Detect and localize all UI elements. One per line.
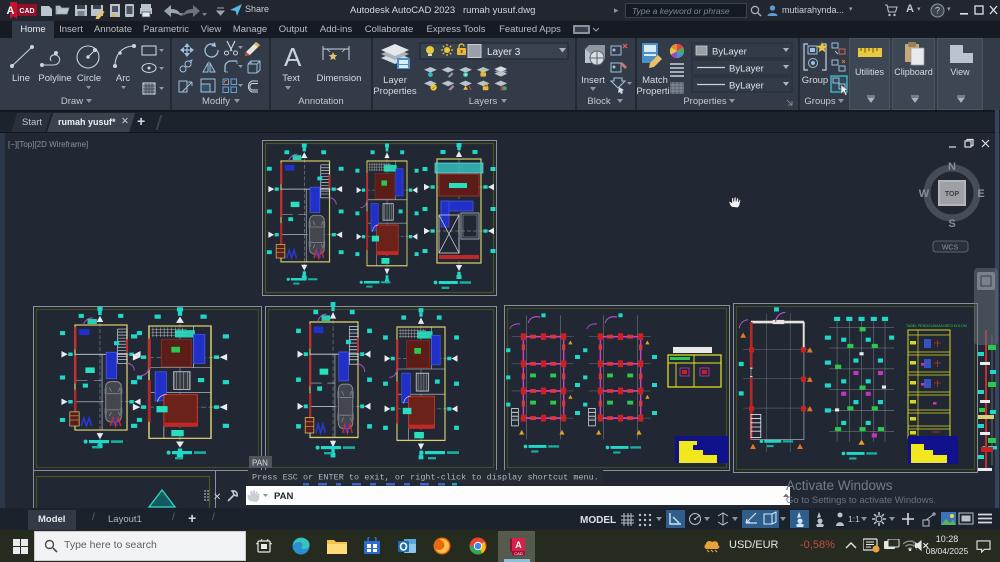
svg-text:Circle: Circle: [77, 73, 101, 84]
svg-text:ByLayer: ByLayer: [712, 47, 747, 58]
svg-text:CAD: CAD: [19, 8, 34, 15]
svg-text:MODEL: MODEL: [580, 515, 616, 526]
svg-text:Modify: Modify: [202, 96, 230, 107]
svg-text:Line: Line: [12, 73, 30, 84]
svg-text:Draw: Draw: [61, 96, 83, 107]
svg-text:Go to Settings to activate Win: Go to Settings to activate Windows.: [786, 495, 936, 506]
svg-text:Arc: Arc: [116, 73, 131, 84]
svg-text:?: ?: [935, 6, 940, 16]
svg-text:Dimension: Dimension: [317, 73, 362, 84]
svg-text:S: S: [948, 218, 955, 230]
svg-text:Insert: Insert: [581, 75, 605, 86]
svg-text:Text: Text: [282, 73, 300, 84]
svg-text:TABEL PENGGUNAAN BESI KOLOM: TABEL PENGGUNAAN BESI KOLOM: [906, 324, 967, 328]
svg-text:CAD: CAD: [514, 551, 523, 556]
svg-text:Groups: Groups: [804, 96, 835, 107]
svg-text:A: A: [284, 42, 302, 72]
svg-text:✕: ✕: [213, 492, 221, 503]
svg-text:ByLayer: ByLayer: [729, 64, 764, 75]
svg-text:Properties: Properties: [683, 96, 727, 107]
svg-text:Layer 3: Layer 3: [487, 47, 521, 58]
svg-text:Group: Group: [802, 75, 828, 86]
svg-text:PAN: PAN: [252, 459, 268, 468]
svg-text:Activate Windows: Activate Windows: [786, 478, 893, 493]
svg-text:Annotation: Annotation: [298, 96, 343, 107]
svg-text:WCS: WCS: [942, 245, 959, 252]
svg-text:ByLayer: ByLayer: [729, 81, 764, 92]
svg-text:E: E: [977, 188, 984, 200]
svg-text:A: A: [7, 5, 15, 17]
svg-text:✓: ✓: [432, 85, 436, 91]
svg-text:N: N: [948, 161, 956, 173]
svg-text:PAN: PAN: [274, 491, 293, 502]
svg-text:Match: Match: [642, 75, 668, 86]
svg-text:1:1: 1:1: [848, 514, 860, 524]
svg-text:W: W: [919, 188, 930, 200]
svg-text:Polyline: Polyline: [38, 73, 71, 84]
svg-text:Press ESC or ENTER to exit, or: Press ESC or ENTER to exit, or right-cli…: [252, 473, 599, 483]
svg-text:Block: Block: [587, 96, 610, 107]
svg-text:Layer: Layer: [383, 75, 407, 86]
svg-text:Layers: Layers: [469, 96, 498, 107]
svg-text:TOP: TOP: [945, 191, 960, 198]
svg-text:Properties: Properties: [373, 86, 417, 97]
svg-text:[−][Top][2D Wireframe]: [−][Top][2D Wireframe]: [8, 140, 88, 149]
svg-text:A: A: [515, 540, 522, 550]
